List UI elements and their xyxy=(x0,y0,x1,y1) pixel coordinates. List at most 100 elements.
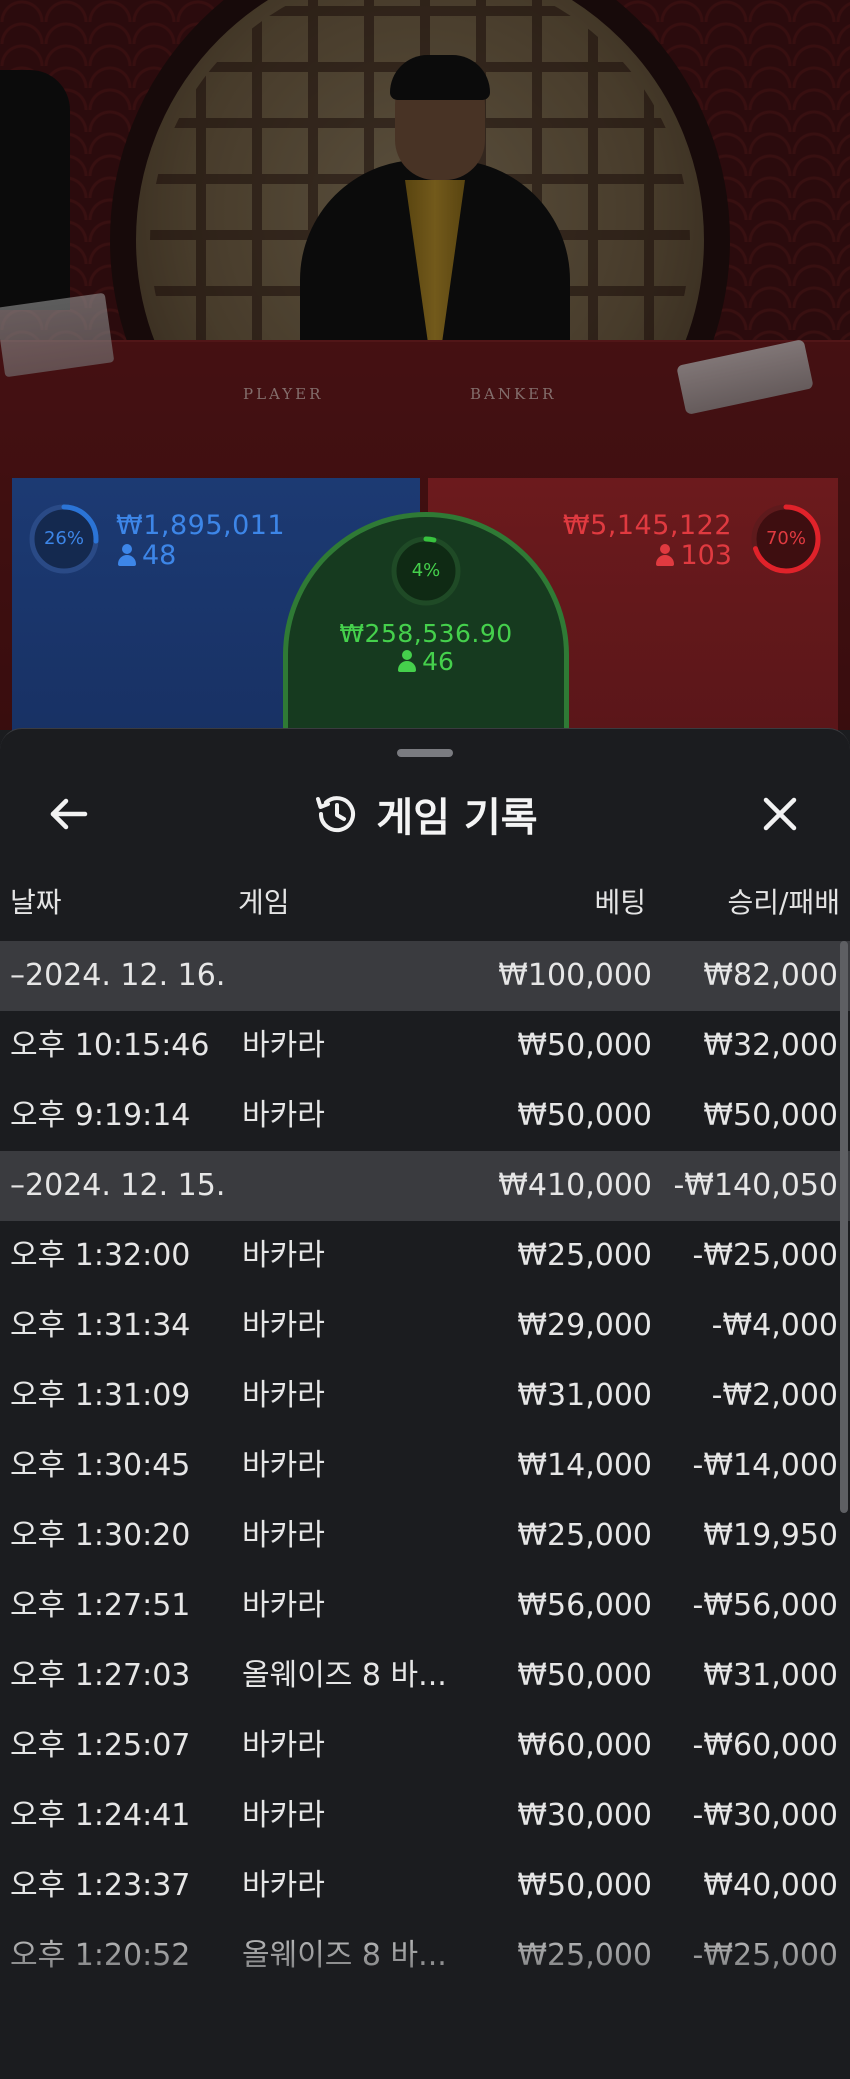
game-cell: 바카라 xyxy=(242,1098,325,1133)
banker-bet-amount: ₩5,145,122 xyxy=(562,510,732,541)
game-history-sheet: 게임 기록 날짜 게임 베팅 승리/패배 –2024. 12. 16. ₩100,… xyxy=(0,728,850,2079)
date-group-row[interactable]: –2024. 12. 15. ₩410,000 -₩140,050 xyxy=(0,1151,850,1221)
time-cell: 오후 1:20:52 xyxy=(10,1938,191,1973)
history-row[interactable]: 오후 1:24:41 바카라 ₩30,000 -₩30,000 xyxy=(0,1781,850,1851)
tie-bettor-count: 46 xyxy=(288,647,564,676)
result-cell: -₩4,000 xyxy=(711,1308,838,1343)
time-cell: 오후 10:15:46 xyxy=(10,1028,210,1063)
result-cell: ₩31,000 xyxy=(703,1658,838,1693)
result-cell: -₩140,050 xyxy=(673,1168,838,1203)
history-row[interactable]: 오후 1:20:52 올웨이즈 8 바... ₩25,000 -₩25,000 xyxy=(0,1921,850,1991)
result-cell: -₩25,000 xyxy=(692,1238,838,1273)
column-header-result[interactable]: 승리/패배 xyxy=(728,881,840,921)
bet-cell: ₩29,000 xyxy=(517,1308,652,1343)
history-row[interactable]: 오후 1:30:45 바카라 ₩14,000 -₩14,000 xyxy=(0,1431,850,1501)
result-cell: -₩60,000 xyxy=(692,1728,838,1763)
result-cell: -₩14,000 xyxy=(692,1448,838,1483)
history-row[interactable]: 오후 9:19:14 바카라 ₩50,000 ₩50,000 xyxy=(0,1081,850,1151)
game-cell: 올웨이즈 8 바... xyxy=(242,1658,447,1693)
person-icon xyxy=(118,544,136,566)
bet-cell: ₩100,000 xyxy=(498,958,652,993)
time-cell: 오후 1:23:37 xyxy=(10,1868,191,1903)
bet-cell: ₩25,000 xyxy=(517,1238,652,1273)
result-cell: -₩56,000 xyxy=(692,1588,838,1623)
time-cell: 오후 1:30:20 xyxy=(10,1518,191,1553)
time-cell: 오후 1:24:41 xyxy=(10,1798,191,1833)
column-header-game[interactable]: 게임 xyxy=(238,881,290,921)
history-row[interactable]: 오후 1:30:20 바카라 ₩25,000 ₩19,950 xyxy=(0,1501,850,1571)
game-cell: 바카라 xyxy=(242,1448,325,1483)
bet-cell: ₩50,000 xyxy=(517,1028,652,1063)
bet-cell: ₩56,000 xyxy=(517,1588,652,1623)
game-cell: 바카라 xyxy=(242,1728,325,1763)
history-row[interactable]: 오후 1:31:34 바카라 ₩29,000 -₩4,000 xyxy=(0,1291,850,1361)
game-cell: 바카라 xyxy=(242,1518,325,1553)
game-cell: 올웨이즈 8 바... xyxy=(242,1938,447,1973)
bet-cell: ₩31,000 xyxy=(517,1378,652,1413)
sheet-title: 게임 기록 xyxy=(376,795,538,841)
history-list[interactable]: –2024. 12. 16. ₩100,000 ₩82,000 오후 10:15:46… xyxy=(0,941,850,1991)
tie-percent-ring: 4% xyxy=(390,535,462,607)
result-cell: ₩50,000 xyxy=(703,1098,838,1133)
time-cell: 오후 1:25:07 xyxy=(10,1728,191,1763)
result-cell: -₩25,000 xyxy=(692,1938,838,1973)
game-cell: 바카라 xyxy=(242,1308,325,1343)
history-row[interactable]: 오후 1:27:51 바카라 ₩56,000 -₩56,000 xyxy=(0,1571,850,1641)
date-label: –2024. 12. 16. xyxy=(10,958,226,993)
tie-bet-amount: ₩258,536.90 xyxy=(339,619,513,648)
sheet-header: 게임 기록 xyxy=(0,781,850,847)
person-icon xyxy=(656,544,675,566)
result-cell: ₩19,950 xyxy=(703,1518,838,1553)
column-header-date[interactable]: 날짜 xyxy=(10,881,62,921)
player-bettor-number: 48 xyxy=(142,540,177,571)
close-button[interactable] xyxy=(750,784,810,844)
bet-cell: ₩30,000 xyxy=(517,1798,652,1833)
result-cell: ₩82,000 xyxy=(703,958,838,993)
time-cell: 오후 1:31:09 xyxy=(10,1378,191,1413)
result-cell: ₩32,000 xyxy=(703,1028,838,1063)
banker-percent: 70% xyxy=(765,528,806,549)
bet-cell: ₩60,000 xyxy=(517,1728,652,1763)
history-row[interactable]: 오후 1:31:09 바카라 ₩31,000 -₩2,000 xyxy=(0,1361,850,1431)
column-header-bet[interactable]: 베팅 xyxy=(594,881,646,921)
player-percent-ring: 26% xyxy=(28,503,100,575)
game-cell: 바카라 xyxy=(242,1378,325,1413)
time-cell: 오후 1:31:34 xyxy=(10,1308,191,1343)
bet-cell: ₩410,000 xyxy=(498,1168,652,1203)
history-clock-icon xyxy=(316,796,356,833)
time-cell: 오후 1:27:51 xyxy=(10,1588,191,1623)
close-icon xyxy=(763,797,797,831)
bet-cell: ₩14,000 xyxy=(517,1448,652,1483)
result-cell: ₩40,000 xyxy=(703,1868,838,1903)
result-cell: -₩2,000 xyxy=(711,1378,838,1413)
banker-bettor-count: 103 xyxy=(656,540,732,571)
history-row[interactable]: 오후 10:15:46 바카라 ₩50,000 ₩32,000 xyxy=(0,1011,850,1081)
time-cell: 오후 1:27:03 xyxy=(10,1658,191,1693)
bet-cell: ₩50,000 xyxy=(517,1098,652,1133)
banker-percent-ring: 70% xyxy=(750,503,822,575)
history-row[interactable]: 오후 1:23:37 바카라 ₩50,000 ₩40,000 xyxy=(0,1851,850,1921)
tie-bettor-number: 46 xyxy=(422,647,454,676)
result-cell: -₩30,000 xyxy=(692,1798,838,1833)
game-cell: 바카라 xyxy=(242,1028,325,1063)
player-bet-amount: ₩1,895,011 xyxy=(116,510,286,541)
time-cell: 오후 1:32:00 xyxy=(10,1238,191,1273)
player-percent: 26% xyxy=(43,528,84,549)
bet-cell: ₩25,000 xyxy=(517,1938,652,1973)
bet-cell: ₩50,000 xyxy=(517,1658,652,1693)
history-row[interactable]: 오후 1:32:00 바카라 ₩25,000 -₩25,000 xyxy=(0,1221,850,1291)
history-row[interactable]: 오후 1:25:07 바카라 ₩60,000 -₩60,000 xyxy=(0,1711,850,1781)
date-group-row[interactable]: –2024. 12. 16. ₩100,000 ₩82,000 xyxy=(0,941,850,1011)
drag-handle[interactable] xyxy=(397,749,453,757)
scrollbar[interactable] xyxy=(840,941,848,1513)
game-cell: 바카라 xyxy=(242,1588,325,1623)
date-label: –2024. 12. 15. xyxy=(10,1168,226,1203)
time-cell: 오후 1:30:45 xyxy=(10,1448,191,1483)
banker-bettor-number: 103 xyxy=(680,540,732,571)
game-cell: 바카라 xyxy=(242,1798,325,1833)
game-cell: 바카라 xyxy=(242,1238,325,1273)
bet-cell: ₩25,000 xyxy=(517,1518,652,1553)
time-cell: 오후 9:19:14 xyxy=(10,1098,191,1133)
history-row[interactable]: 오후 1:27:03 올웨이즈 8 바... ₩50,000 ₩31,000 xyxy=(0,1641,850,1711)
person-icon xyxy=(398,650,417,672)
